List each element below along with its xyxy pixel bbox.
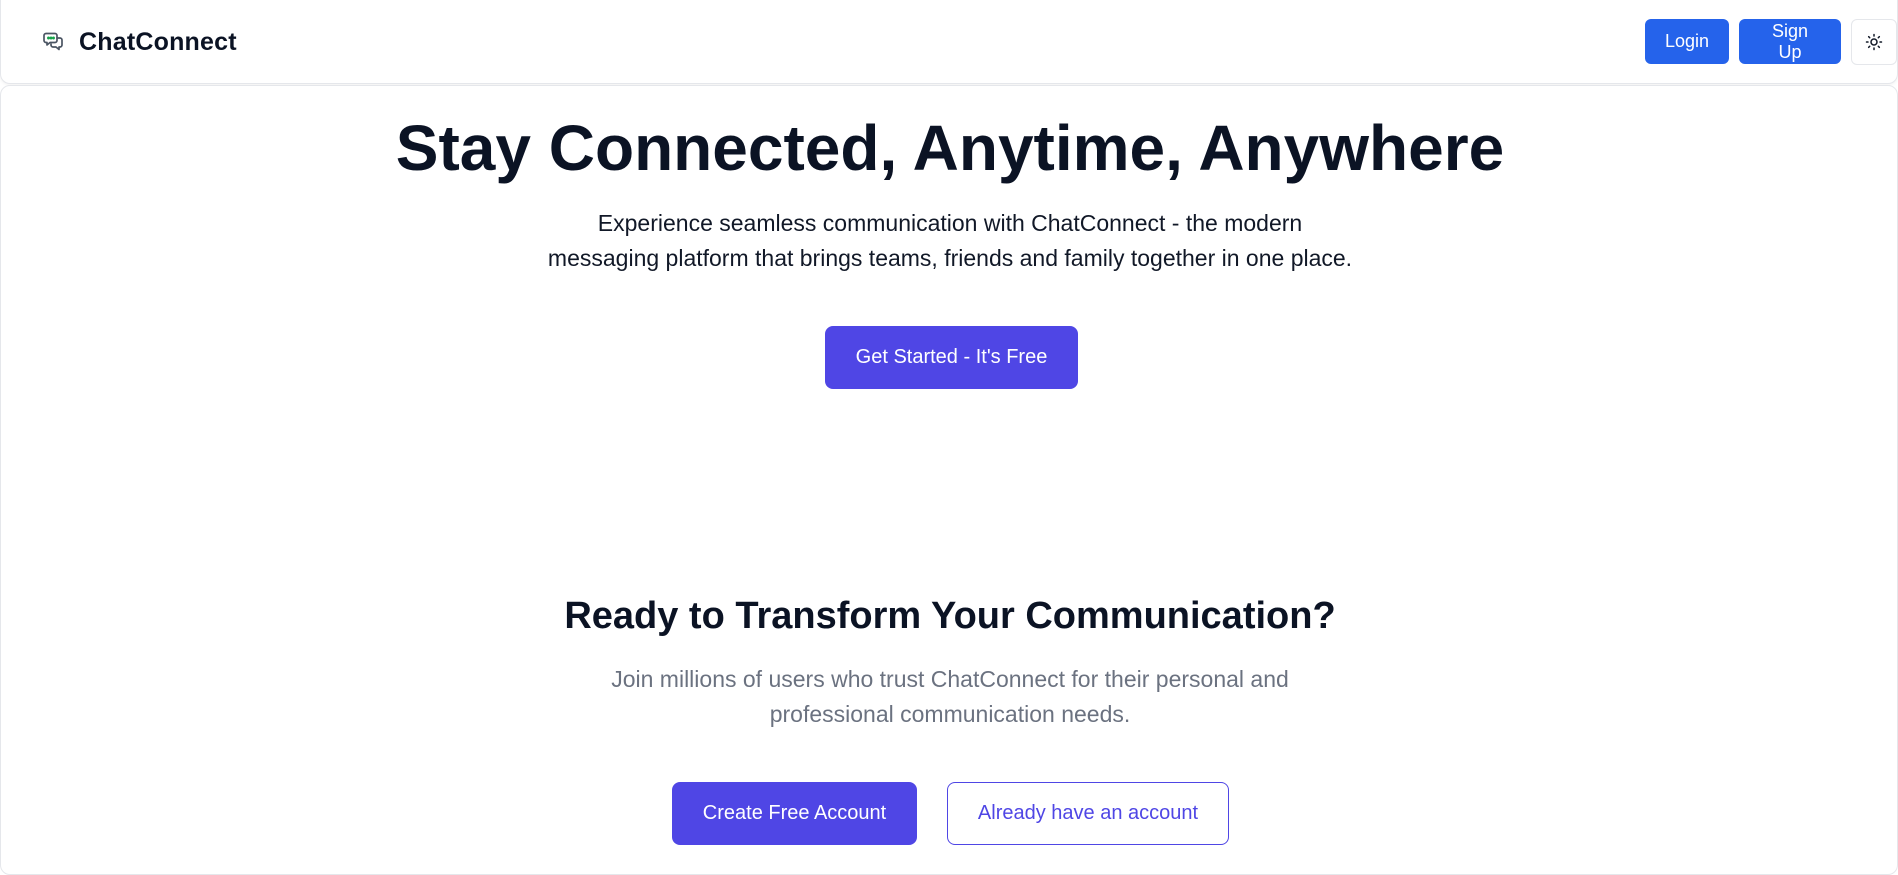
main-content: Stay Connected, Anytime, Anywhere Experi… xyxy=(0,85,1898,875)
chat-bubbles-icon xyxy=(43,32,63,51)
top-nav-bar: ChatConnect Login Sign Up xyxy=(0,0,1898,84)
get-started-button[interactable]: Get Started - It's Free xyxy=(825,326,1078,389)
theme-toggle-button[interactable] xyxy=(1851,18,1897,65)
hero-subtitle: Experience seamless communication with C… xyxy=(547,210,1353,271)
already-have-account-button[interactable]: Already have an account xyxy=(947,782,1229,845)
brand[interactable]: ChatConnect xyxy=(41,24,237,60)
header-actions: Login Sign Up xyxy=(1645,18,1897,65)
cta-section-subtitle: Join millions of users who trust ChatCon… xyxy=(611,666,1289,727)
login-button[interactable]: Login xyxy=(1645,19,1729,64)
hero-title: Stay Connected, Anytime, Anywhere xyxy=(395,112,1505,184)
create-free-account-button[interactable]: Create Free Account xyxy=(672,782,917,845)
sun-icon xyxy=(1865,33,1883,50)
signup-button[interactable]: Sign Up xyxy=(1739,19,1841,64)
brand-name: ChatConnect xyxy=(79,27,237,56)
cta-section-title: Ready to Transform Your Communication? xyxy=(564,595,1336,637)
